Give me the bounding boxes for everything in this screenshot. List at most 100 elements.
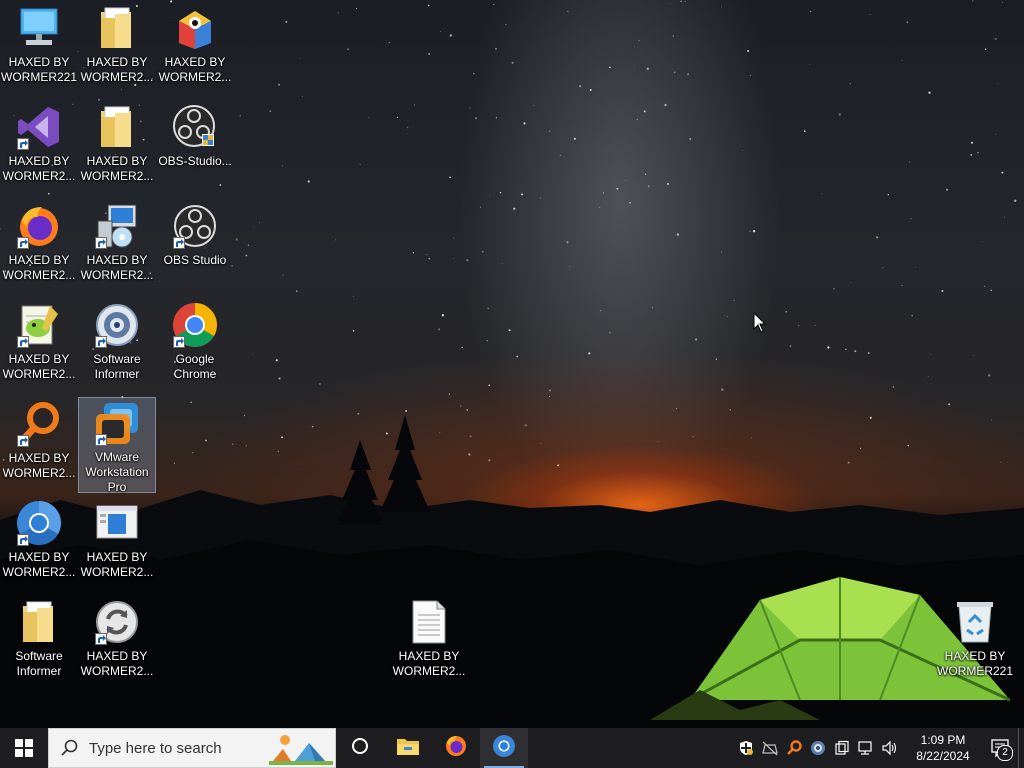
- desktop-icon-label: Software Informer: [93, 352, 141, 381]
- desktop-icon[interactable]: OBS Studio: [156, 199, 234, 295]
- desktop-icon-label: OBS Studio: [163, 253, 227, 267]
- desktop-icon-label: HAXED BY WORMER2...: [80, 154, 154, 183]
- task-view-icon[interactable]: [830, 728, 854, 768]
- desktop-icon[interactable]: HAXED BY WORMER2...: [0, 298, 78, 394]
- desktop-icon-label: OBS-Studio...: [158, 154, 232, 168]
- search-icon: [61, 739, 78, 756]
- taskbar-cortana-button[interactable]: [336, 728, 384, 768]
- software-informer-icon[interactable]: [806, 728, 830, 768]
- taskbar-firefox-button[interactable]: [432, 728, 480, 768]
- file-explorer-icon: [396, 736, 420, 761]
- desktop-icon[interactable]: HAXED BY WORMER2...: [156, 1, 234, 97]
- taskbar-search-box[interactable]: [48, 728, 336, 768]
- installer-icon: [91, 201, 143, 251]
- shortcut-arrow-icon: [17, 435, 29, 447]
- desktop-icon[interactable]: HAXED BY WORMER2...: [0, 100, 78, 196]
- desktop-icon-label: VMware Workstation Pro: [85, 450, 149, 494]
- desktop-icon-label: HAXED BY WORMER221: [1, 55, 78, 84]
- window-app-icon: [91, 498, 143, 548]
- desktop-icon-label: HAXED BY WORMER2...: [80, 55, 154, 84]
- taskbar-chromium-button[interactable]: [480, 728, 528, 768]
- notepad-plus-plus-icon: [13, 300, 65, 350]
- shortcut-arrow-icon: [95, 633, 107, 645]
- desktop-icon[interactable]: HAXED BY WORMER2...: [78, 199, 156, 295]
- desktop-icon-label: HAXED BY WORMER2...: [2, 253, 76, 282]
- folder-icon: [91, 3, 143, 53]
- computer-icon: [13, 3, 65, 53]
- taskbar: 1:09 PM 8/22/2024 2: [0, 728, 1024, 768]
- shortcut-arrow-icon: [95, 237, 107, 249]
- clock-date: 8/22/2024: [916, 749, 970, 763]
- show-desktop-button[interactable]: [1018, 728, 1024, 768]
- search-highlight-camping-icon: [269, 735, 333, 765]
- clock[interactable]: 1:09 PM 8/22/2024: [908, 732, 978, 764]
- desktop-icon[interactable]: HAXED BY WORMER221: [0, 1, 78, 97]
- start-button[interactable]: [0, 728, 48, 768]
- desktop-icon-label: HAXED BY WORMER2...: [158, 55, 232, 84]
- desktop-icon[interactable]: HAXED BY WORMER2...: [390, 595, 468, 691]
- chromium-icon: [492, 734, 516, 763]
- shortcut-arrow-icon: [173, 237, 185, 249]
- desktop-icon-label: HAXED BY WORMER2...: [2, 154, 76, 183]
- sync-icon: [91, 597, 143, 647]
- search-tool-icon: [13, 399, 65, 449]
- desktop-icon[interactable]: Google Chrome: [156, 298, 234, 394]
- desktop-icon[interactable]: HAXED BY WORMER2...: [78, 496, 156, 592]
- network-disconnected-icon[interactable]: [758, 728, 782, 768]
- chromium-icon: [13, 498, 65, 548]
- desktop-icon[interactable]: Software Informer: [0, 595, 78, 691]
- desktop-icon-label: HAXED BY WORMER2...: [80, 550, 154, 579]
- shortcut-arrow-icon: [17, 336, 29, 348]
- shortcut-arrow-icon: [95, 434, 107, 446]
- desktop-icon[interactable]: HAXED BY WORMER221: [936, 595, 1014, 691]
- shortcut-arrow-icon: [95, 336, 107, 348]
- volume-icon[interactable]: [878, 728, 902, 768]
- desktop-icon[interactable]: HAXED BY WORMER2...: [78, 100, 156, 196]
- desktop-icon[interactable]: HAXED BY WORMER2...: [0, 496, 78, 592]
- taskbar-file-explorer-button[interactable]: [384, 728, 432, 768]
- desktop-icon[interactable]: HAXED BY WORMER2...: [0, 199, 78, 295]
- desktop-icon-label: HAXED BY WORMER2...: [2, 451, 76, 480]
- desktop-icon[interactable]: OBS-Studio...: [156, 100, 234, 196]
- desktop-icon-label: HAXED BY WORMER2...: [80, 253, 154, 282]
- cortana-icon: [351, 737, 369, 760]
- notification-count-badge: 2: [997, 745, 1013, 761]
- vmware-icon: [91, 400, 143, 448]
- network-icon[interactable]: [854, 728, 878, 768]
- desktop-icon[interactable]: HAXED BY WORMER2...: [0, 397, 78, 493]
- action-center-button[interactable]: 2: [984, 728, 1018, 768]
- firefox-icon: [444, 734, 468, 763]
- chrome-icon: [169, 300, 221, 350]
- desktop-icon-label: HAXED BY WORMER2...: [2, 352, 76, 381]
- recycle-bin-icon: [949, 597, 1001, 647]
- desktop-icon-label: HAXED BY WORMER2...: [392, 649, 466, 678]
- folder-icon: [13, 597, 65, 647]
- desktop-icon[interactable]: Software Informer: [78, 298, 156, 394]
- visual-studio-icon: [13, 102, 65, 152]
- software-informer-icon: [91, 300, 143, 350]
- desktop-icon-label: Google Chrome: [173, 352, 217, 381]
- shortcut-arrow-icon: [17, 534, 29, 546]
- windows-logo-icon: [15, 739, 33, 757]
- text-document-icon: [403, 597, 455, 647]
- folder-icon: [91, 102, 143, 152]
- firefox-icon: [13, 201, 65, 251]
- security-shield-icon[interactable]: [734, 728, 758, 768]
- desktop-icon[interactable]: HAXED BY WORMER2...: [78, 595, 156, 691]
- desktop-icon-label: HAXED BY WORMER2...: [80, 649, 154, 678]
- system-tray: 1:09 PM 8/22/2024 2: [734, 728, 1024, 768]
- desktop-icon-label: HAXED BY WORMER221: [937, 649, 1014, 678]
- bluestacks-icon: [169, 3, 221, 53]
- shortcut-arrow-icon: [17, 237, 29, 249]
- clock-time: 1:09 PM: [920, 733, 966, 747]
- desktop[interactable]: HAXED BY WORMER221 HAXED BY WORMER2... HAX…: [0, 0, 1024, 728]
- search-tool-icon[interactable]: [782, 728, 806, 768]
- obs-installer-icon: [169, 102, 221, 152]
- desktop-icon-label: Software Informer: [15, 649, 63, 678]
- desktop-icon[interactable]: VMware Workstation Pro: [78, 397, 156, 494]
- obs-icon: [169, 201, 221, 251]
- shortcut-arrow-icon: [17, 138, 29, 150]
- search-input[interactable]: [87, 738, 261, 758]
- desktop-icon[interactable]: HAXED BY WORMER2...: [78, 1, 156, 97]
- desktop-icon-label: HAXED BY WORMER2...: [2, 550, 76, 579]
